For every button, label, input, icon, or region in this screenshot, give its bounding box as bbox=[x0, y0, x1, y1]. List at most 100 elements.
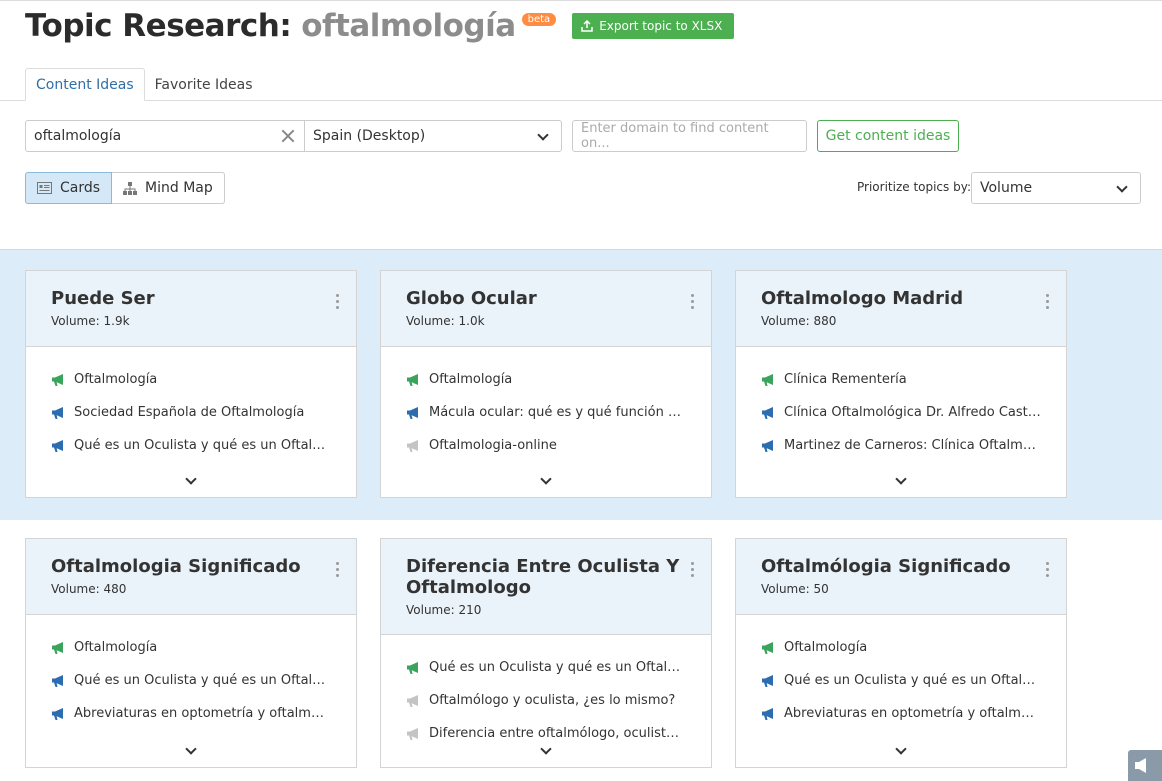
mind-map-view-button[interactable]: Mind Map bbox=[112, 172, 225, 204]
export-xlsx-button[interactable]: Export topic to XLSX bbox=[572, 13, 735, 39]
headline-item[interactable]: Clínica Rementería bbox=[761, 363, 1041, 396]
headline-text: Oftalmología bbox=[74, 372, 158, 387]
prioritize-select[interactable]: Volume bbox=[971, 172, 1141, 204]
region-select[interactable]: Spain (Desktop) bbox=[304, 120, 562, 152]
feedback-widget[interactable] bbox=[1128, 750, 1162, 781]
chevron-down-icon bbox=[537, 129, 549, 141]
topic-name: oftalmología bbox=[301, 8, 516, 44]
megaphone-icon bbox=[1135, 758, 1146, 773]
headline-text: Oftalmólogo y oculista, ¿es lo mismo? bbox=[429, 693, 676, 708]
topic-card: Oftalmólogia Significado Volume: 50 Oftalm… bbox=[735, 538, 1067, 768]
card-title[interactable]: Oftalmologia Significado bbox=[51, 556, 331, 577]
mind-map-icon bbox=[123, 181, 138, 195]
card-title[interactable]: Diferencia Entre Oculista Y Oftalmologo bbox=[406, 556, 686, 598]
megaphone-gray-icon bbox=[407, 439, 418, 452]
headline-item[interactable]: Qué es un Oculista y qué es un Oftalmólo… bbox=[406, 651, 686, 684]
headline-item[interactable]: Abreviaturas en optometría y oftalmologí… bbox=[51, 697, 331, 730]
tab-bar: Content Ideas Favorite Ideas bbox=[25, 68, 263, 101]
expand-chevron-icon[interactable] bbox=[895, 743, 907, 755]
headline-item[interactable]: Oftalmología bbox=[761, 631, 1041, 664]
card-body: Qué es un Oculista y qué es un Oftalmólo… bbox=[381, 635, 711, 750]
more-options-icon[interactable] bbox=[336, 562, 340, 578]
headline-item[interactable]: Oftalmología bbox=[51, 631, 331, 664]
megaphone-blue-icon bbox=[52, 439, 63, 452]
export-icon bbox=[581, 20, 593, 32]
headline-item[interactable]: Mácula ocular: qué es y qué función dese… bbox=[406, 396, 686, 429]
headline-text: Qué es un Oculista y qué es un Oftalmólo… bbox=[784, 673, 1041, 688]
headline-text: Qué es un Oculista y qué es un Oftalmólo… bbox=[74, 673, 331, 688]
expand-chevron-icon[interactable] bbox=[185, 473, 197, 485]
cards-view-button[interactable]: Cards bbox=[25, 172, 113, 204]
card-title[interactable]: Puede Ser bbox=[51, 288, 331, 309]
headline-text: Clínica Rementería bbox=[784, 372, 907, 387]
headline-text: Martinez de Carneros: Clínica Oftalmológ… bbox=[784, 438, 1041, 453]
card-body: Oftalmología Mácula ocular: qué es y qué … bbox=[381, 347, 711, 462]
card-title[interactable]: Oftalmólogia Significado bbox=[761, 556, 1041, 577]
cards-icon bbox=[37, 182, 52, 194]
topic-card: Diferencia Entre Oculista Y Oftalmologo V… bbox=[380, 538, 712, 768]
more-options-icon[interactable] bbox=[691, 562, 695, 578]
headline-item[interactable]: Oftalmólogo y oculista, ¿es lo mismo? bbox=[406, 684, 686, 717]
megaphone-blue-icon bbox=[52, 707, 63, 720]
headline-text: Oftalmología bbox=[429, 372, 513, 387]
headline-item[interactable]: Abreviaturas en optometría y oftalmologí… bbox=[761, 697, 1041, 730]
beta-badge: beta bbox=[521, 12, 557, 26]
megaphone-green-icon bbox=[52, 373, 63, 386]
more-options-icon[interactable] bbox=[691, 294, 695, 310]
domain-placeholder: Enter domain to find content on... bbox=[581, 121, 769, 151]
card-volume: Volume: 210 bbox=[406, 603, 482, 617]
megaphone-gray-icon bbox=[407, 727, 418, 740]
headline-text: Clínica Oftalmológica Dr. Alfredo Castil… bbox=[784, 405, 1041, 420]
card-volume: Volume: 1.0k bbox=[406, 314, 485, 328]
card-title[interactable]: Globo Ocular bbox=[406, 288, 686, 309]
headline-text: Qué es un Oculista y qué es un Oftalmólo… bbox=[429, 660, 686, 675]
card-volume: Volume: 480 bbox=[51, 582, 127, 596]
topic-card: Globo Ocular Volume: 1.0k Oftalmología Mácu… bbox=[380, 270, 712, 498]
megaphone-green-icon bbox=[762, 373, 773, 386]
expand-chevron-icon[interactable] bbox=[540, 473, 552, 485]
card-volume: Volume: 880 bbox=[761, 314, 837, 328]
more-options-icon[interactable] bbox=[1046, 562, 1050, 578]
topic-card: Oftalmologia Significado Volume: 480 Oftal… bbox=[25, 538, 357, 768]
chevron-down-icon bbox=[1116, 181, 1128, 193]
more-options-icon[interactable] bbox=[336, 294, 340, 310]
headline-item[interactable]: Qué es un Oculista y qué es un Oftalmólo… bbox=[51, 664, 331, 697]
megaphone-green-icon bbox=[52, 641, 63, 654]
card-title[interactable]: Oftalmologo Madrid bbox=[761, 288, 1041, 309]
prioritize-label: Prioritize topics by: bbox=[857, 180, 971, 194]
topic-search-value: oftalmología bbox=[34, 128, 122, 144]
clear-icon[interactable] bbox=[280, 128, 296, 144]
headline-text: Diferencia entre oftalmólogo, oculista y… bbox=[429, 726, 686, 741]
card-body: Oftalmología Sociedad Española de Oftalmo… bbox=[26, 347, 356, 462]
export-label: Export topic to XLSX bbox=[599, 19, 723, 33]
tab-favorite-ideas[interactable]: Favorite Ideas bbox=[145, 68, 263, 101]
headline-item[interactable]: Sociedad Española de Oftalmología bbox=[51, 396, 331, 429]
megaphone-blue-icon bbox=[52, 674, 63, 687]
domain-input[interactable]: Enter domain to find content on... bbox=[572, 120, 807, 152]
headline-item[interactable]: Qué es un Oculista y qué es un Oftalmólo… bbox=[51, 429, 331, 462]
headline-item[interactable]: Oftalmologia-online bbox=[406, 429, 686, 462]
expand-chevron-icon[interactable] bbox=[185, 743, 197, 755]
card-header: Puede Ser Volume: 1.9k bbox=[26, 271, 356, 347]
card-body: Oftalmología Qué es un Oculista y qué es … bbox=[736, 615, 1066, 730]
tab-content-ideas[interactable]: Content Ideas bbox=[25, 68, 145, 101]
headline-item[interactable]: Oftalmología bbox=[51, 363, 331, 396]
cards-label: Cards bbox=[60, 180, 101, 196]
megaphone-blue-icon bbox=[762, 406, 773, 419]
megaphone-blue-icon bbox=[762, 439, 773, 452]
card-header: Globo Ocular Volume: 1.0k bbox=[381, 271, 711, 347]
megaphone-green-icon bbox=[407, 661, 418, 674]
expand-chevron-icon[interactable] bbox=[895, 473, 907, 485]
topic-card: Oftalmologo Madrid Volume: 880 Clínica Rem… bbox=[735, 270, 1067, 498]
headline-text: Mácula ocular: qué es y qué función dese… bbox=[429, 405, 686, 420]
headline-item[interactable]: Clínica Oftalmológica Dr. Alfredo Castil… bbox=[761, 396, 1041, 429]
headline-item[interactable]: Martinez de Carneros: Clínica Oftalmológ… bbox=[761, 429, 1041, 462]
card-body: Oftalmología Qué es un Oculista y qué es … bbox=[26, 615, 356, 730]
more-options-icon[interactable] bbox=[1046, 294, 1050, 310]
card-body: Clínica Rementería Clínica Oftalmológica … bbox=[736, 347, 1066, 462]
headline-item[interactable]: Qué es un Oculista y qué es un Oftalmólo… bbox=[761, 664, 1041, 697]
topic-search-input[interactable]: oftalmología bbox=[25, 120, 305, 152]
mind-map-label: Mind Map bbox=[145, 180, 213, 196]
headline-item[interactable]: Oftalmología bbox=[406, 363, 686, 396]
get-content-ideas-button[interactable]: Get content ideas bbox=[817, 120, 959, 152]
